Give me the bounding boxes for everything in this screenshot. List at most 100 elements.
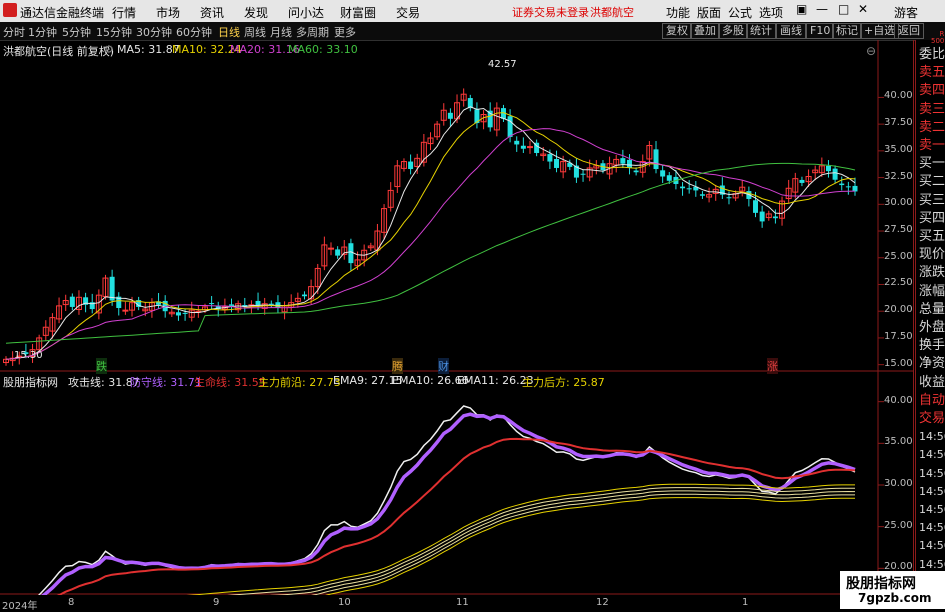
period-60min[interactable]: 60分钟 (176, 24, 212, 40)
event-marker-zhang[interactable]: 涨 (767, 358, 778, 374)
kline-chart[interactable] (0, 40, 914, 595)
menu-wenxiaoda[interactable]: 问小达 (288, 4, 324, 21)
side-item-18[interactable]: 收益 (919, 375, 945, 390)
candle-body-down (633, 170, 639, 173)
side-item-9[interactable]: 买四 (919, 211, 945, 226)
side-item-0[interactable]: 委比 (919, 47, 945, 62)
period-toolbar: 分时 1分钟 5分钟 15分钟 30分钟 60分钟 日线 周线 月线 多周期 更… (0, 22, 945, 41)
candle-body-down (301, 294, 307, 297)
period-more[interactable]: 更多 (334, 24, 356, 40)
event-marker-cai[interactable]: 财 (438, 358, 449, 374)
guest-login[interactable]: 游客 (894, 4, 918, 21)
current-stock-name: 洪都航空 (590, 6, 634, 19)
skin-icon[interactable]: ▣ (796, 2, 807, 16)
side-item-15[interactable]: 外盘 (919, 320, 945, 335)
period-weekly[interactable]: 周线 (244, 24, 266, 40)
side-item-10[interactable]: 买五 (919, 229, 945, 244)
overlay-button[interactable]: 叠加 (690, 23, 720, 39)
side-item-20[interactable]: 交易 (919, 411, 945, 426)
side-item-16[interactable]: 换手 (919, 338, 945, 353)
side-item-27[interactable]: 14:56 (919, 538, 945, 553)
back-button[interactable]: 返回 (894, 23, 924, 39)
period-30min[interactable]: 30分钟 (136, 24, 172, 40)
menu-banmian[interactable]: 版面 (697, 4, 721, 21)
side-item-12[interactable]: 涨跌 (919, 265, 945, 280)
mark-button[interactable]: 标记 (832, 23, 862, 39)
side-item-8[interactable]: 买三 (919, 193, 945, 208)
side-item-14[interactable]: 总量 (919, 302, 945, 317)
candle-body-down (845, 186, 851, 188)
side-item-1[interactable]: 卖五 (919, 65, 945, 80)
side-item-13[interactable]: 涨幅 (919, 284, 945, 299)
period-daily[interactable]: 日线 (218, 24, 240, 40)
menu-xuanxiang[interactable]: 选项 (759, 4, 783, 21)
xaxis-month-8: 8 (68, 597, 75, 608)
candle-body-down (626, 159, 632, 168)
side-item-4[interactable]: 卖二 (919, 120, 945, 135)
watermark: 股朋指标网 7gpzb.com (840, 571, 945, 609)
side-item-19[interactable]: 自动 (919, 393, 945, 408)
candle-body-down (753, 200, 759, 213)
main-ytick: 37.50 (884, 117, 913, 129)
period-monthly[interactable]: 月线 (270, 24, 292, 40)
side-panel-header: R 500 (931, 31, 944, 45)
period-fenshi[interactable]: 分时 (3, 24, 25, 40)
menu-gongshi[interactable]: 公式 (728, 4, 752, 21)
candle-body-up (328, 247, 335, 250)
watermark-line1: 股朋指标网 (846, 576, 916, 592)
app-logo-icon (3, 3, 17, 17)
xaxis-month-9: 9 (213, 597, 220, 608)
side-item-24[interactable]: 14:56 (919, 484, 945, 499)
low-price-label: 15.30 (14, 350, 43, 361)
restore-rights-button[interactable]: 复权 (662, 23, 692, 39)
side-item-26[interactable]: 14:56 (919, 520, 945, 535)
candle-body-down (175, 312, 181, 316)
side-item-21[interactable]: 14:56 (919, 429, 945, 444)
maximize-icon[interactable]: □ (838, 2, 849, 16)
f10-button[interactable]: F10 (806, 23, 835, 39)
candle-body-down (680, 186, 686, 189)
side-item-23[interactable]: 14:56 (919, 466, 945, 481)
minimize-icon[interactable]: — (816, 2, 828, 16)
period-5min[interactable]: 5分钟 (62, 24, 91, 40)
candle-body-down (660, 170, 666, 177)
close-icon[interactable]: ✕ (858, 2, 868, 16)
main-ytick: 35.00 (884, 143, 913, 155)
period-multi[interactable]: 多周期 (296, 24, 329, 40)
ma20-line (5, 128, 856, 360)
side-item-25[interactable]: 14:56 (919, 502, 945, 517)
menu-bar: 通达信金融终端 行情 市场 资讯 发现 问小达 财富圈 交易 证券交易未登录 洪… (0, 0, 945, 23)
period-1min[interactable]: 1分钟 (28, 24, 57, 40)
menu-shichang[interactable]: 市场 (156, 4, 180, 21)
candle-body-down (832, 168, 838, 180)
candle-body-down (209, 303, 215, 305)
indicator-ytick: 40.00 (884, 394, 913, 406)
event-marker-teng[interactable]: 腾 (392, 358, 403, 374)
side-item-28[interactable]: 14:56 (919, 557, 945, 572)
candle-body-down (799, 179, 805, 183)
side-item-6[interactable]: 买一 (919, 156, 945, 171)
multi-stock-button[interactable]: 多股 (718, 23, 748, 39)
ema-band-line (311, 493, 855, 595)
menu-zixun[interactable]: 资讯 (200, 4, 224, 21)
side-item-11[interactable]: 现价 (919, 247, 945, 262)
side-item-2[interactable]: 卖四 (919, 83, 945, 98)
candle-body-down (839, 183, 845, 186)
menu-jiaoyi[interactable]: 交易 (396, 4, 420, 21)
stats-button[interactable]: 统计 (746, 23, 776, 39)
side-item-17[interactable]: 净资 (919, 356, 945, 371)
candle-body-down (547, 154, 553, 162)
menu-caifuquan[interactable]: 财富圈 (340, 4, 376, 21)
side-item-7[interactable]: 买二 (919, 174, 945, 189)
menu-hangqing[interactable]: 行情 (112, 4, 136, 21)
side-item-5[interactable]: 卖一 (919, 138, 945, 153)
candle-body-down (759, 211, 765, 222)
login-notice[interactable]: 证券交易未登录 (512, 4, 589, 20)
menu-faxian[interactable]: 发现 (244, 4, 268, 21)
side-item-22[interactable]: 14:56 (919, 447, 945, 462)
period-15min[interactable]: 15分钟 (96, 24, 132, 40)
draw-line-button[interactable]: 画线 (776, 23, 806, 39)
side-item-3[interactable]: 卖三 (919, 102, 945, 117)
menu-gongneng[interactable]: 功能 (666, 4, 690, 21)
event-marker-die[interactable]: 跌 (96, 358, 107, 374)
